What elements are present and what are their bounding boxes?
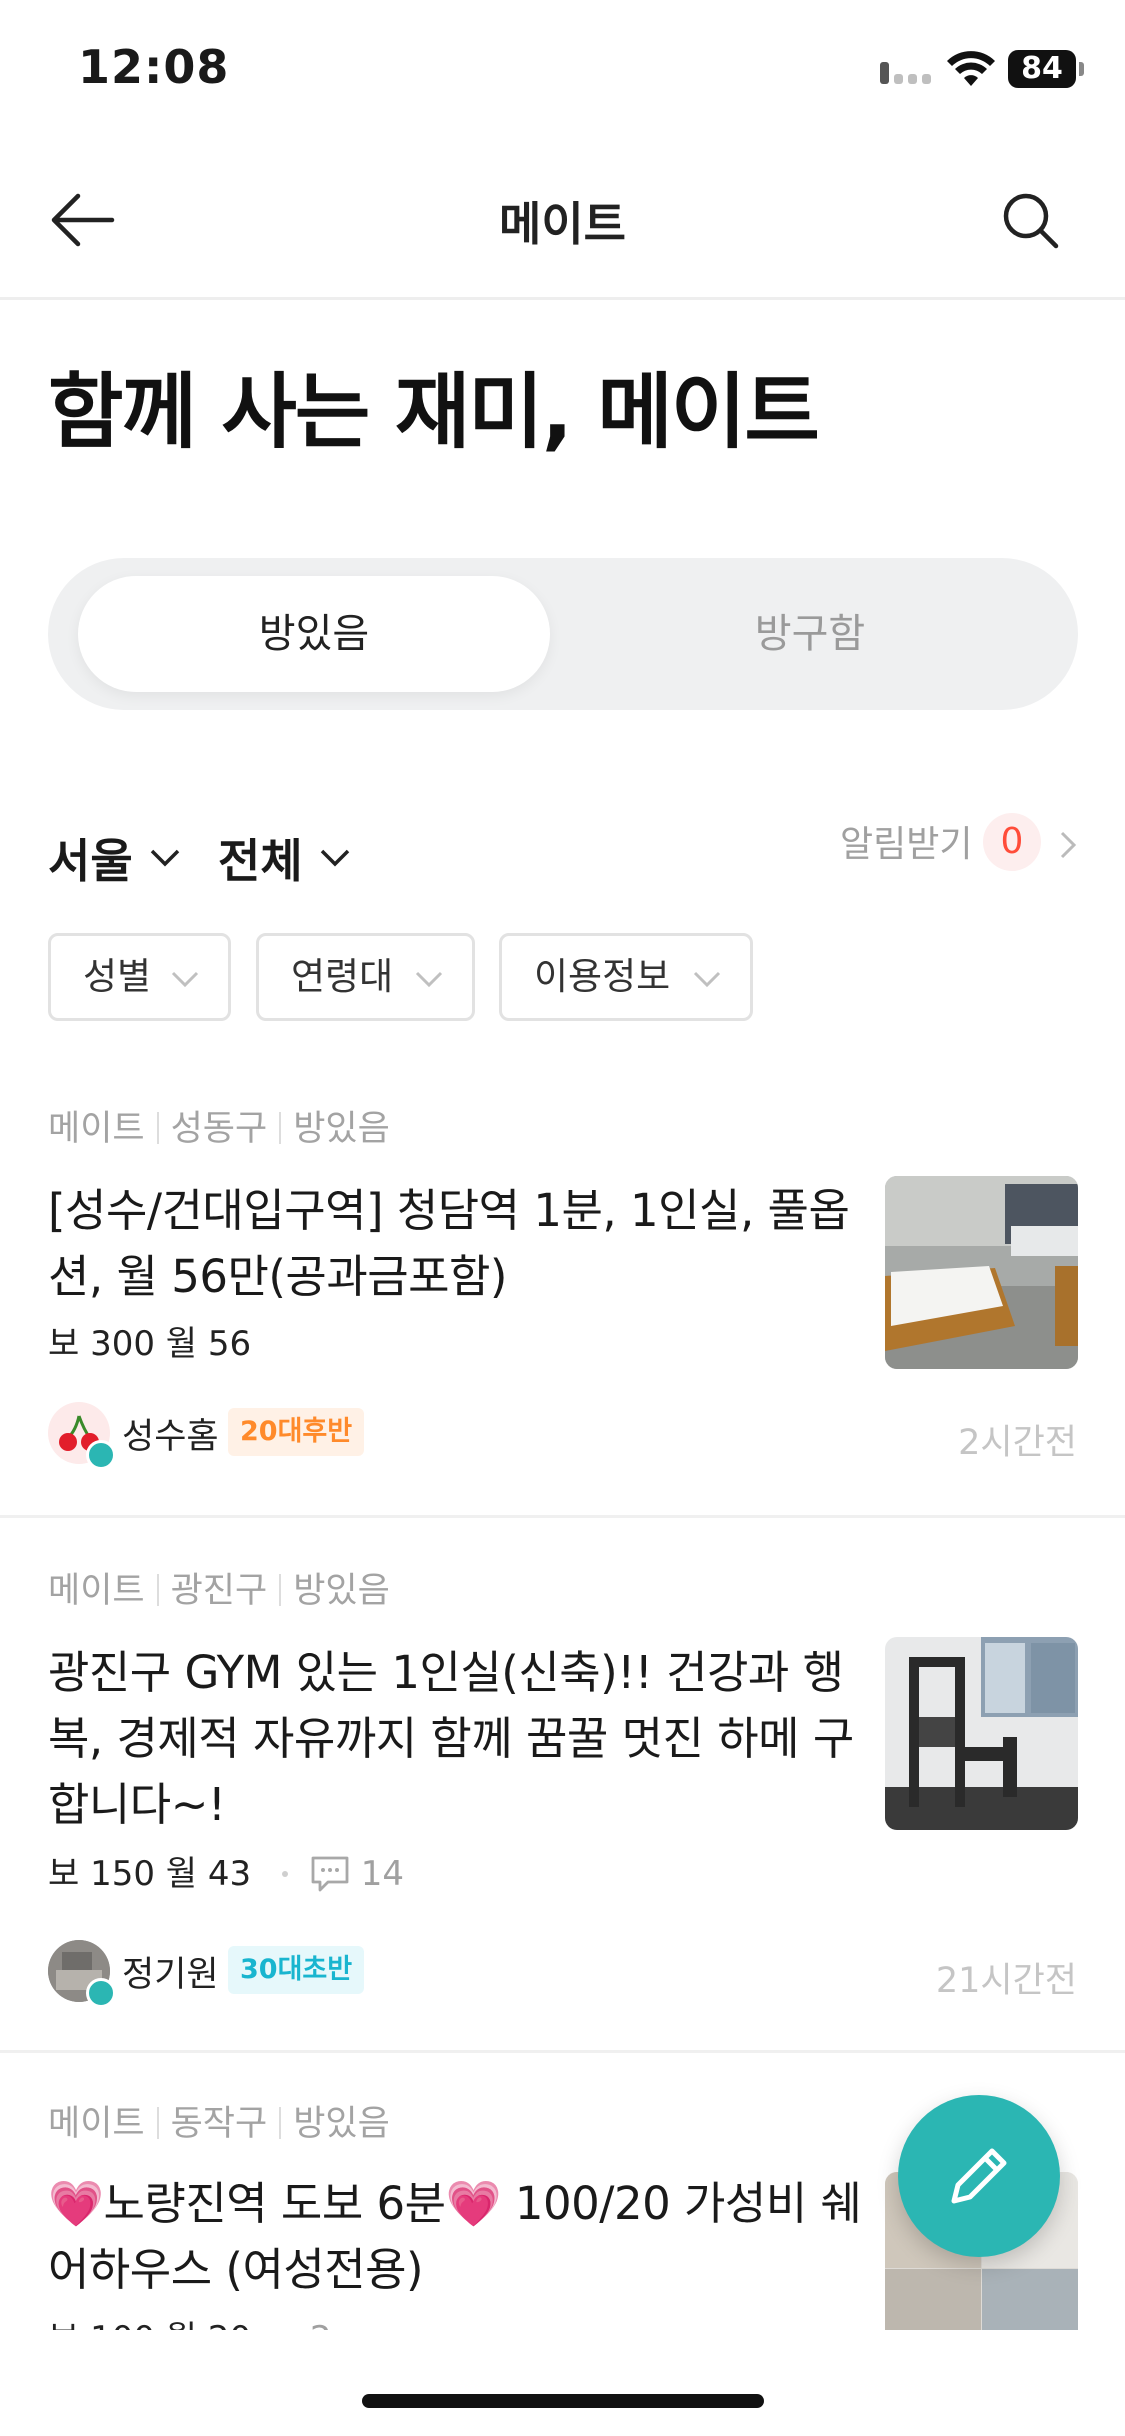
meta-district: 광진구 (170, 1571, 268, 1611)
status-bar: 12:08 84 (0, 0, 1125, 140)
filter-chip-label: 이용정보 (534, 955, 671, 998)
listing-price: 보 300 월 56 (48, 1324, 252, 1364)
listing-title: 광진구 GYM 있는 1인실(신축)!! 건강과 행복, 경제적 자유까지 함께… (48, 1646, 854, 1831)
home-indicator[interactable] (362, 2394, 764, 2408)
chevron-down-icon (171, 971, 199, 988)
meta-type: 방있음 (293, 1571, 390, 1611)
filter-chip-label: 연령대 (291, 955, 394, 998)
cellular-signal-icon (880, 60, 932, 84)
app-header: 메이트 (0, 140, 1125, 300)
search-icon[interactable] (990, 180, 1070, 260)
avatar (48, 1940, 116, 2008)
meta-category: 메이트 (48, 1109, 145, 1149)
verified-icon (86, 1440, 116, 1470)
meta-category: 메이트 (48, 2104, 145, 2144)
divider (0, 2050, 1125, 2053)
chevron-down-icon (693, 971, 721, 988)
comment-icon (311, 1856, 349, 1892)
comment-count-value: 14 (360, 1854, 405, 1894)
age-badge: 30대초반 (228, 1946, 365, 1994)
chevron-down-icon (415, 971, 443, 988)
chevron-right-icon (1060, 831, 1077, 859)
listing-meta: 메이트 성동구 방있음 (48, 1100, 390, 1151)
tab-has-room[interactable]: 방있음 (78, 576, 550, 692)
listing-card[interactable]: 메이트 성동구 방있음 [성수/건대입구역] 청담역 1분, 1인실, 풀옵션, 월… (0, 1080, 1125, 1515)
filter-chip-age[interactable]: 연령대 (256, 933, 475, 1021)
tab-looking-for-room[interactable]: 방구함 (560, 576, 1060, 692)
room-photo (885, 1637, 1078, 1830)
listing-title: 💗노량진역 도보 6분💗 100/20 가성비 쉐어하우스 (여성전용) (48, 2177, 862, 2296)
meta-type: 방있음 (293, 2104, 390, 2144)
region-dropdown[interactable]: 서울 (48, 825, 188, 891)
comment-count: 14 (281, 1854, 405, 1894)
notify-label: 알림받기 (840, 824, 973, 865)
district-label: 전체 (218, 834, 303, 888)
filter-chip-usage[interactable]: 이용정보 (499, 933, 753, 1021)
age-badge: 20대후반 (228, 1408, 365, 1456)
room-type-toggle: 방있음 방구함 (48, 558, 1078, 710)
chevron-down-icon (320, 849, 350, 867)
notify-button[interactable]: 알림받기 0 (840, 813, 1077, 875)
meta-district: 성동구 (170, 1109, 268, 1149)
page-title: 메이트 (499, 197, 626, 251)
verified-icon (86, 1978, 116, 2008)
avatar (48, 1402, 116, 1470)
post-time: 2시간전 (958, 1423, 1077, 1463)
author-name: 성수홈 (122, 1417, 219, 1457)
page-heading: 함께 사는 재미, 메이트 (48, 365, 820, 460)
listing-title: [성수/건대입구역] 청담역 1분, 1인실, 풀옵션, 월 56만(공과금포함… (48, 1184, 850, 1303)
write-post-button[interactable] (898, 2095, 1060, 2257)
notify-count-badge: 0 (983, 813, 1041, 871)
meta-category: 메이트 (48, 1571, 145, 1611)
region-label: 서울 (48, 834, 133, 888)
bottom-safe-area (0, 2330, 1125, 2436)
listing-card[interactable]: 메이트 광진구 방있음 광진구 GYM 있는 1인실(신축)!! 건강과 행복, 경… (0, 1540, 1125, 2050)
district-dropdown[interactable]: 전체 (218, 825, 368, 891)
chevron-down-icon (150, 849, 180, 867)
listing-meta: 메이트 광진구 방있음 (48, 1562, 390, 1613)
listing-meta: 메이트 동작구 방있음 (48, 2095, 390, 2146)
battery-icon: 84 (1008, 50, 1084, 88)
filter-chip-label: 성별 (83, 955, 152, 998)
wifi-icon (947, 51, 995, 86)
listing-price: 보 150 월 43 14 (48, 1846, 404, 1895)
post-time: 21시간전 (935, 1961, 1077, 2001)
divider (0, 1515, 1125, 1518)
price-text: 보 150 월 43 (48, 1854, 252, 1894)
room-photo (885, 1176, 1078, 1369)
meta-type: 방있음 (293, 1109, 390, 1149)
meta-district: 동작구 (170, 2104, 268, 2144)
filter-chip-gender[interactable]: 성별 (48, 933, 231, 1021)
pencil-icon (951, 2148, 1007, 2204)
author-name: 정기원 (122, 1955, 219, 1995)
status-time: 12:08 (78, 40, 230, 94)
